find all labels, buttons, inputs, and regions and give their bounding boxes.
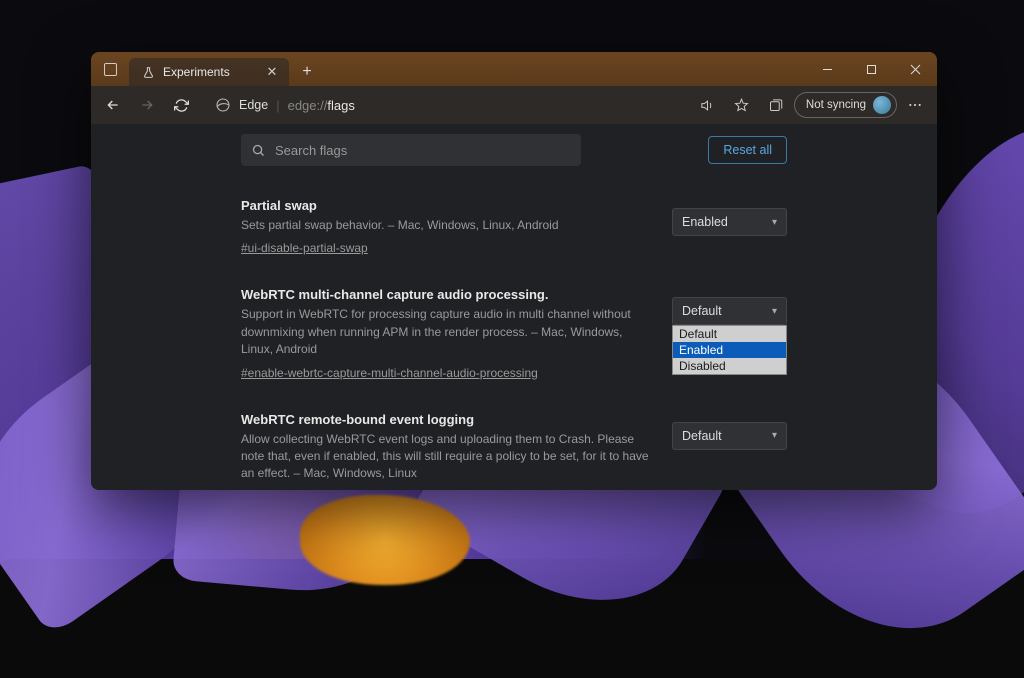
back-button[interactable]: [97, 89, 129, 121]
avatar-icon: [873, 96, 891, 114]
flag-description: Support in WebRTC for processing capture…: [241, 306, 652, 358]
edge-label: Edge: [239, 98, 268, 112]
flag-anchor-link[interactable]: #enable-webrtc-capture-multi-channel-aud…: [241, 366, 538, 380]
favorites-button[interactable]: [726, 89, 758, 121]
chevron-down-icon: ▾: [772, 306, 777, 317]
titlebar[interactable]: Experiments ✕ +: [91, 52, 937, 86]
reset-all-button[interactable]: Reset all: [708, 136, 787, 164]
sync-label: Not syncing: [806, 99, 866, 111]
flask-icon: [141, 65, 155, 79]
refresh-button[interactable]: [165, 89, 197, 121]
search-flags-input[interactable]: [275, 143, 571, 158]
tab-title: Experiments: [163, 65, 257, 79]
address-bar[interactable]: Edge | edge://flags: [205, 91, 684, 119]
flag-description: Sets partial swap behavior. – Mac, Windo…: [241, 217, 652, 234]
chevron-down-icon: ▾: [772, 217, 777, 228]
flag-title: WebRTC remote-bound event logging: [241, 412, 652, 427]
forward-button[interactable]: [131, 89, 163, 121]
settings-menu-button[interactable]: [899, 89, 931, 121]
flag-select-option[interactable]: Default: [673, 326, 786, 342]
flag-select-value: Enabled: [682, 215, 728, 229]
flag-item: WebRTC multi-channel capture audio proce…: [241, 273, 787, 397]
tab-actions-button[interactable]: [91, 63, 129, 76]
search-flags-wrap[interactable]: [241, 134, 581, 166]
browser-window: Experiments ✕ + Edge | edge://flags Not …: [91, 52, 937, 490]
flag-select-option[interactable]: Disabled: [673, 358, 786, 374]
flag-select-dropdown[interactable]: DefaultEnabledDisabled: [672, 325, 787, 375]
flag-description: Allow collecting WebRTC event logs and u…: [241, 431, 652, 483]
flag-select-value: Default: [682, 429, 722, 443]
flag-select[interactable]: Default ▾: [672, 422, 787, 450]
navigation-toolbar: Edge | edge://flags Not syncing: [91, 86, 937, 124]
tab-close-button[interactable]: ✕: [265, 65, 279, 79]
flag-select[interactable]: Enabled ▾: [672, 208, 787, 236]
flag-item: Partial swap Sets partial swap behavior. …: [241, 184, 787, 273]
flags-topbar: Reset all: [91, 124, 937, 178]
flag-select-value: Default: [682, 304, 722, 318]
minimize-button[interactable]: [805, 52, 849, 86]
collections-button[interactable]: [760, 89, 792, 121]
flag-item: WebRTC remote-bound event logging Allow c…: [241, 398, 787, 490]
flags-list: Partial swap Sets partial swap behavior. …: [91, 178, 937, 490]
close-window-button[interactable]: [893, 52, 937, 86]
read-aloud-button[interactable]: [692, 89, 724, 121]
flag-title: WebRTC multi-channel capture audio proce…: [241, 287, 652, 302]
flags-page[interactable]: Reset all Partial swap Sets partial swap …: [91, 124, 937, 490]
flag-select-option[interactable]: Enabled: [673, 342, 786, 358]
browser-tab[interactable]: Experiments ✕: [129, 58, 289, 86]
chevron-down-icon: ▾: [772, 430, 777, 441]
flag-title: Partial swap: [241, 198, 652, 213]
flag-anchor-link[interactable]: #ui-disable-partial-swap: [241, 241, 368, 255]
search-icon: [251, 143, 266, 158]
edge-logo-icon: [215, 97, 231, 113]
url-text: edge://flags: [288, 98, 355, 113]
maximize-button[interactable]: [849, 52, 893, 86]
profile-sync-button[interactable]: Not syncing: [794, 92, 897, 118]
new-tab-button[interactable]: +: [293, 58, 321, 86]
flag-select[interactable]: Default ▾: [672, 297, 787, 325]
